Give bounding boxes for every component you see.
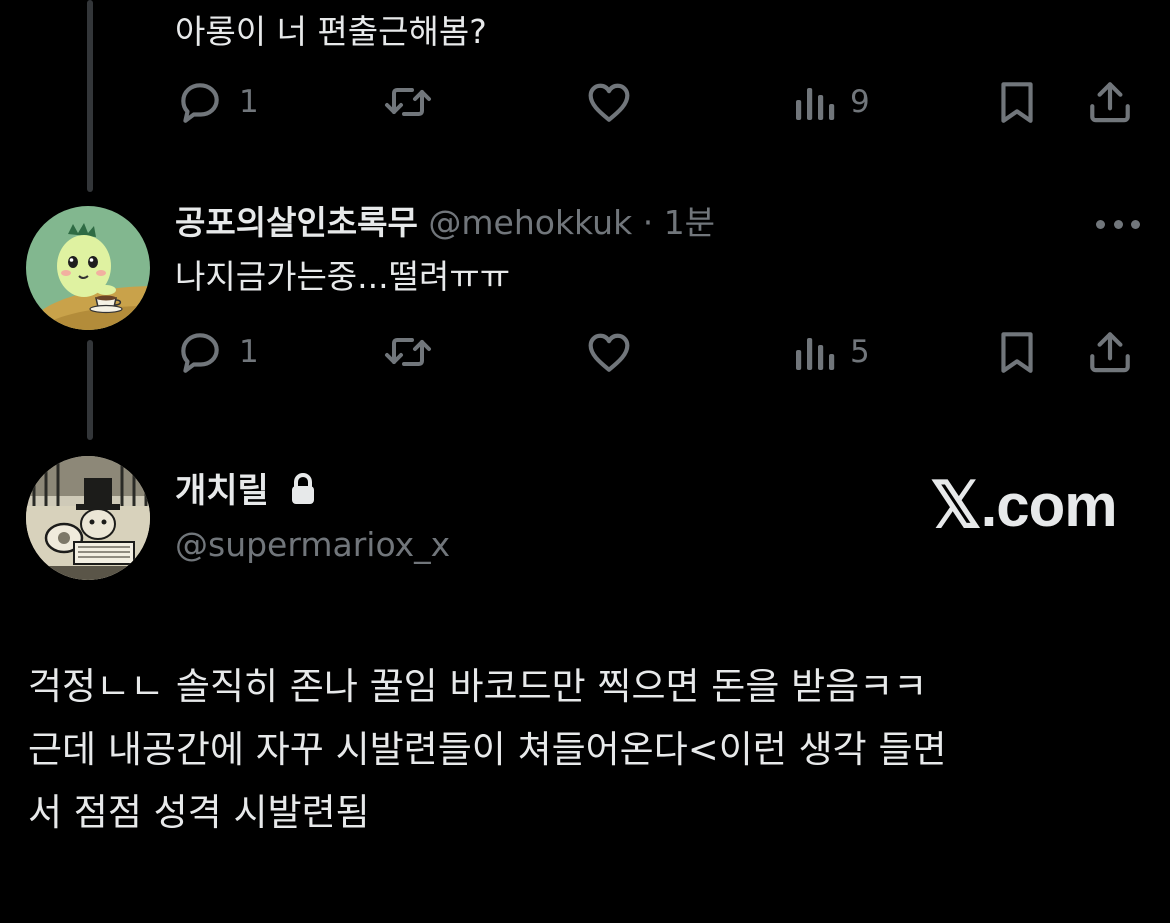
tweet-text: 나지금가는중...떨려ㅠㅠ bbox=[175, 257, 511, 296]
share-button[interactable] bbox=[1085, 327, 1135, 377]
more-icon[interactable] bbox=[1096, 214, 1140, 234]
bookmark-button[interactable] bbox=[992, 327, 1042, 377]
views-count: 9 bbox=[850, 84, 870, 120]
retweet-icon bbox=[385, 88, 431, 116]
heart-icon bbox=[588, 83, 630, 122]
user-handle[interactable]: @supermariox_x bbox=[175, 520, 450, 570]
display-name[interactable]: 개치릴 bbox=[175, 466, 319, 516]
retweet-button[interactable] bbox=[382, 327, 448, 377]
header-separator: · bbox=[642, 203, 654, 242]
avatar-image bbox=[26, 456, 150, 580]
retweet-icon bbox=[385, 338, 431, 366]
x-com-watermark: 𝕏 .com bbox=[930, 468, 1118, 541]
watermark-suffix: .com bbox=[980, 471, 1118, 539]
views-button[interactable]: 5 bbox=[792, 327, 870, 377]
retweet-button[interactable] bbox=[382, 77, 448, 127]
views-button[interactable]: 9 bbox=[792, 77, 870, 127]
bookmark-icon bbox=[1001, 332, 1033, 373]
views-icon bbox=[796, 338, 835, 370]
share-button[interactable] bbox=[1085, 77, 1135, 127]
views-icon bbox=[796, 88, 835, 120]
heart-icon bbox=[588, 333, 630, 372]
tweet-text: 아롱이 너 편출근해봄? bbox=[175, 12, 487, 51]
tweet-body: 걱정ㄴㄴ 솔직히 존나 꿀임 바코드만 찍으면 돈을 받음ㅋㅋ 근데 내공간에 … bbox=[28, 655, 947, 844]
avatar-image bbox=[26, 206, 150, 330]
avatar[interactable] bbox=[26, 206, 150, 330]
like-button[interactable] bbox=[583, 77, 649, 127]
tweet-timestamp[interactable]: 1분 bbox=[664, 203, 715, 242]
tweet-line: 근데 내공간에 자꾸 시발련들이 쳐들어온다<이런 생각 들면 bbox=[28, 728, 947, 771]
x-logo-icon: 𝕏 bbox=[930, 468, 982, 541]
tweet-line: 서 점점 성격 시발련됨 bbox=[28, 791, 370, 834]
tweet-line: 걱정ㄴㄴ 솔직히 존나 꿀임 바코드만 찍으면 돈을 받음ㅋㅋ bbox=[28, 665, 928, 708]
reply-icon bbox=[181, 333, 219, 373]
thread-line-top bbox=[87, 0, 93, 192]
bookmark-icon bbox=[1001, 82, 1033, 123]
reply-count: 1 bbox=[239, 84, 259, 120]
reply-button[interactable]: 1 bbox=[175, 327, 259, 377]
tweet-actions: 1 5 bbox=[175, 327, 1140, 377]
like-button[interactable] bbox=[583, 327, 649, 377]
user-handle[interactable]: @mehokkuk bbox=[428, 203, 632, 242]
reply-button[interactable]: 1 bbox=[175, 77, 259, 127]
reply-icon bbox=[181, 83, 219, 123]
lock-icon bbox=[291, 472, 314, 504]
bookmark-button[interactable] bbox=[992, 77, 1042, 127]
views-count: 5 bbox=[850, 334, 870, 370]
display-name[interactable]: 공포의살인초록무 bbox=[175, 203, 418, 242]
tweet-header: 공포의살인초록무 @mehokkuk · 1분 bbox=[175, 198, 715, 248]
avatar[interactable] bbox=[26, 456, 150, 580]
share-icon bbox=[1090, 82, 1130, 123]
share-icon bbox=[1090, 332, 1130, 373]
reply-count: 1 bbox=[239, 334, 259, 370]
thread-line-middle bbox=[87, 340, 93, 440]
tweet-actions: 1 9 bbox=[175, 77, 1140, 127]
